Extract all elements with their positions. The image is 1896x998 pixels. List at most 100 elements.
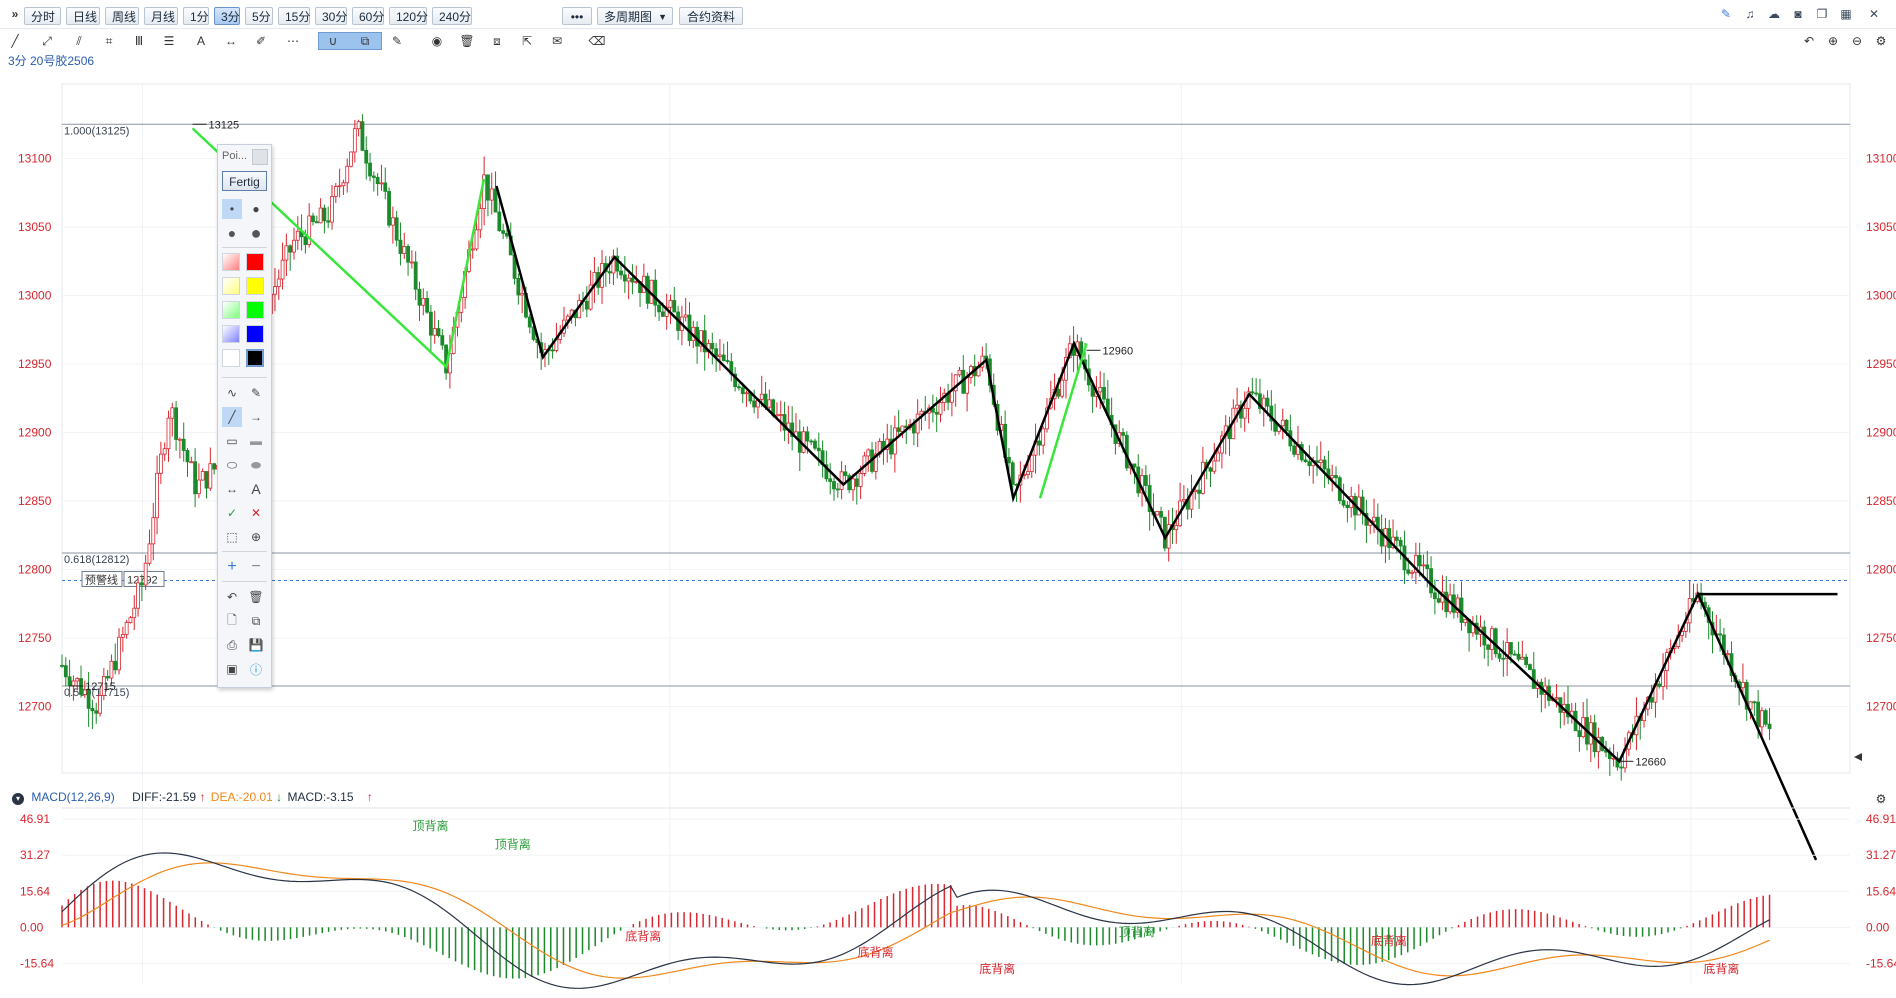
color-swatch[interactable] bbox=[246, 277, 264, 295]
print-icon[interactable]: ⎙ bbox=[222, 635, 242, 655]
segment-icon[interactable]: ╱ bbox=[222, 407, 242, 427]
arrow-right-icon[interactable]: → bbox=[246, 407, 266, 427]
price-tick-right: 12750 bbox=[1866, 631, 1896, 645]
candle-body bbox=[193, 461, 198, 495]
candle-body bbox=[409, 261, 414, 264]
candle-body bbox=[398, 239, 403, 254]
select-area-icon[interactable]: ⬚ bbox=[222, 527, 242, 547]
collapse-icon[interactable]: ▾ bbox=[12, 793, 24, 805]
candle-body bbox=[1756, 701, 1761, 728]
candle-body bbox=[626, 277, 631, 282]
candle-body bbox=[851, 478, 855, 491]
undo-icon[interactable]: ↶ bbox=[222, 587, 242, 607]
price-annotation: 12660 bbox=[1635, 756, 1666, 768]
candle-body bbox=[1459, 597, 1464, 623]
image-icon[interactable]: ▣ bbox=[222, 659, 242, 679]
candle-body bbox=[1341, 500, 1346, 506]
candle-body bbox=[1334, 475, 1338, 479]
macd-tick-left: 0.00 bbox=[20, 920, 44, 934]
done-button[interactable]: Fertig bbox=[222, 171, 267, 191]
price-tick-left: 12950 bbox=[18, 357, 52, 371]
color-swatch[interactable] bbox=[222, 349, 240, 367]
candle-body bbox=[866, 449, 871, 457]
color-swatch[interactable] bbox=[246, 253, 264, 271]
down-arrow-icon: ↓ bbox=[276, 790, 283, 804]
rectangle-icon[interactable]: ▭ bbox=[222, 431, 242, 451]
dot-xlarge-icon[interactable]: ● bbox=[246, 223, 266, 243]
candle-body bbox=[1098, 387, 1103, 393]
trash-icon[interactable]: 🗑 bbox=[246, 587, 266, 607]
candle-body bbox=[276, 278, 281, 288]
zoom-area-icon[interactable]: ⊕ bbox=[246, 527, 266, 547]
dot-medium-icon[interactable]: ● bbox=[246, 199, 266, 219]
up-arrow-icon: ↑ bbox=[199, 790, 206, 804]
price-chart[interactable]: 1.000(13125)0.618(12812)0.500(12715)预警线 1… bbox=[0, 0, 1896, 998]
cross-icon[interactable]: ✕ bbox=[246, 503, 266, 523]
zigzag-line-black bbox=[495, 185, 1818, 861]
minus-icon[interactable]: − bbox=[246, 557, 266, 577]
save-icon[interactable]: 💾 bbox=[246, 635, 266, 655]
macd-settings-icon[interactable]: ⚙ bbox=[1872, 790, 1890, 808]
candle-body bbox=[174, 407, 178, 440]
fib-level-label: 0.618(12812) bbox=[64, 554, 129, 566]
curve-icon[interactable]: ∿ bbox=[222, 383, 242, 403]
price-tick-left: 13050 bbox=[18, 220, 52, 234]
candle-body bbox=[767, 399, 772, 408]
color-swatch[interactable] bbox=[222, 253, 240, 271]
dot-large-icon[interactable]: ● bbox=[222, 223, 242, 243]
macd-title: MACD(12,26,9) bbox=[31, 790, 115, 804]
up-arrow-icon: ↑ bbox=[366, 790, 373, 804]
candle-body bbox=[394, 217, 399, 241]
candle-body bbox=[493, 188, 498, 213]
candle-body bbox=[1493, 628, 1498, 655]
candle-body bbox=[1436, 598, 1441, 603]
macd-tick-left: 46.91 bbox=[20, 812, 50, 826]
palette-separator bbox=[222, 247, 267, 248]
copy-icon[interactable]: ⧉ bbox=[246, 611, 266, 631]
measure-icon[interactable]: ↔ bbox=[222, 479, 242, 499]
price-annotation: 12960 bbox=[1103, 345, 1134, 357]
text-tool-icon[interactable]: A bbox=[246, 479, 266, 499]
divergence-label: 底背离 bbox=[858, 945, 894, 960]
color-swatch[interactable] bbox=[222, 277, 240, 295]
candle-body bbox=[759, 393, 764, 400]
check-icon[interactable]: ✓ bbox=[222, 503, 242, 523]
filled-rectangle-icon[interactable]: ▬ bbox=[246, 431, 266, 451]
candle-body bbox=[725, 360, 730, 362]
price-tick-left: 12850 bbox=[18, 494, 52, 508]
candle-body bbox=[740, 387, 745, 395]
candle-body bbox=[1497, 653, 1502, 659]
candle-body bbox=[132, 607, 137, 619]
drawing-palette: Poi... Fertig • ● ● ● ∿ ✎ ╱ → ▭ ▬ ⬭ ⬬ ↔ … bbox=[217, 144, 272, 688]
color-swatch[interactable] bbox=[246, 349, 264, 367]
eraser-icon[interactable]: ✎ bbox=[246, 383, 266, 403]
fib-level-label: 1.000(13125) bbox=[64, 125, 129, 137]
new-file-icon[interactable]: 🗋 bbox=[222, 611, 242, 631]
plus-icon[interactable]: + bbox=[222, 557, 242, 577]
ellipse-icon[interactable]: ⬭ bbox=[222, 455, 242, 475]
candle-body bbox=[349, 151, 353, 167]
info-icon[interactable]: ⓘ bbox=[246, 659, 266, 679]
candle-body bbox=[828, 478, 833, 482]
candle-body bbox=[1060, 379, 1065, 397]
candle-body bbox=[204, 471, 209, 489]
macd-tick-right: 46.91 bbox=[1866, 812, 1896, 826]
color-swatch[interactable] bbox=[246, 301, 264, 319]
candle-body bbox=[200, 471, 205, 481]
price-tick-left: 13100 bbox=[18, 152, 52, 166]
candle-body bbox=[1554, 697, 1559, 700]
color-swatch[interactable] bbox=[222, 301, 240, 319]
filled-ellipse-icon[interactable]: ⬬ bbox=[246, 455, 266, 475]
macd-tick-right: 15.64 bbox=[1866, 884, 1896, 898]
color-swatch[interactable] bbox=[246, 325, 264, 343]
palette-close-button[interactable] bbox=[252, 149, 268, 165]
candle-body bbox=[470, 248, 475, 251]
candle-body bbox=[965, 377, 970, 394]
candle-body bbox=[687, 314, 692, 341]
dot-small-icon[interactable]: • bbox=[222, 199, 242, 219]
candle-body bbox=[322, 207, 327, 222]
candle-body bbox=[185, 450, 190, 463]
candle-body bbox=[1486, 644, 1491, 650]
color-swatch[interactable] bbox=[222, 325, 240, 343]
candle-body bbox=[737, 386, 741, 389]
